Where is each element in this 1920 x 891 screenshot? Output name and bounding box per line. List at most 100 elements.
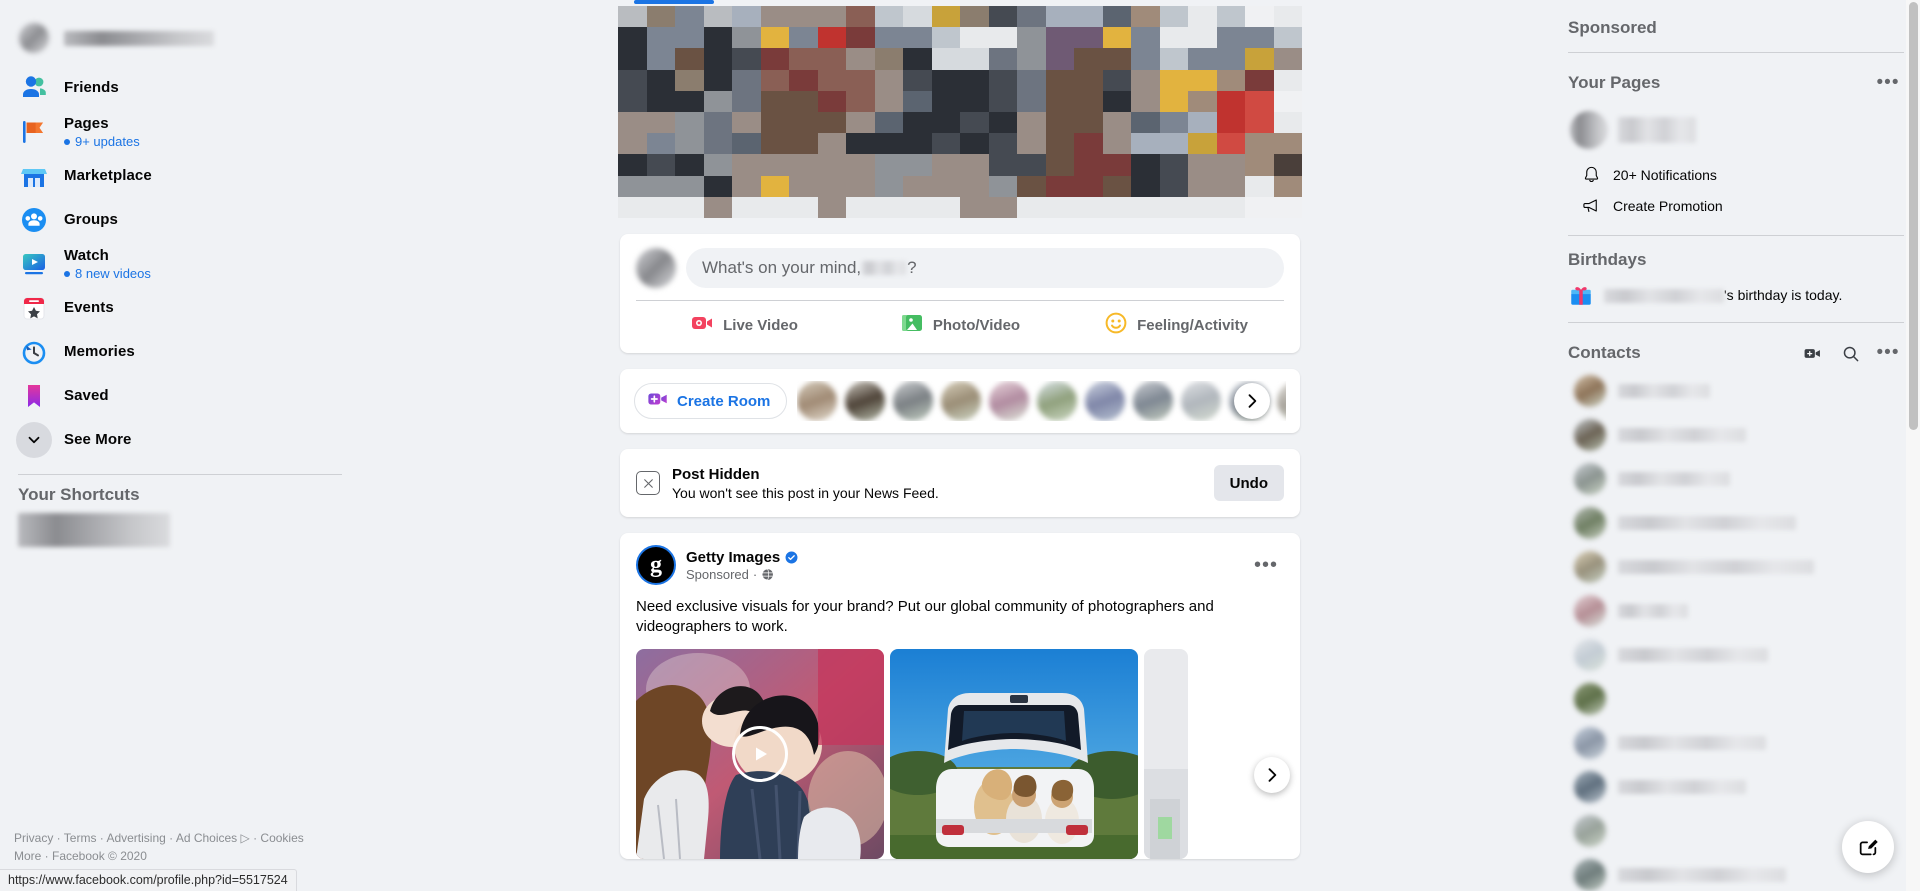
sidebar-item-events[interactable]: Events	[8, 286, 352, 330]
story-avatar[interactable]	[989, 381, 1030, 421]
sidebar-item-memories[interactable]: Memories	[8, 330, 352, 374]
contact-row[interactable]	[1568, 545, 1904, 589]
sidebar-item-label: Watch	[64, 246, 109, 264]
post-options-button[interactable]: •••	[1248, 547, 1284, 583]
photo-pixel	[760, 133, 789, 155]
shortcut-item[interactable]	[8, 513, 352, 547]
photo-pixel	[1102, 133, 1131, 155]
compose-message-button[interactable]	[1842, 821, 1894, 873]
story-avatar[interactable]	[797, 381, 838, 421]
sidebar-item-friends[interactable]: Friends	[8, 66, 352, 110]
carousel-slide-video[interactable]	[636, 649, 884, 859]
carousel-slide-partial[interactable]	[1144, 649, 1188, 859]
photo-pixel	[846, 6, 875, 28]
story-avatar[interactable]	[893, 381, 934, 421]
contact-row[interactable]	[1568, 413, 1904, 457]
sidebar-item-see-more[interactable]: See More	[8, 418, 352, 462]
photo-pixel	[903, 154, 932, 176]
story-avatar[interactable]	[1277, 381, 1286, 421]
your-page-item[interactable]	[1568, 111, 1904, 149]
scrollbar-thumb[interactable]	[1909, 2, 1918, 430]
post-sponsored-label[interactable]: Sponsored	[686, 567, 749, 582]
photo-pixel	[1216, 27, 1245, 49]
photo-pixel	[1045, 175, 1074, 197]
sidebar-item-saved[interactable]: Saved	[8, 374, 352, 418]
undo-button[interactable]: Undo	[1213, 465, 1284, 501]
story-avatar[interactable]	[1085, 381, 1126, 421]
photo-pixel	[903, 196, 932, 218]
video-room-icon[interactable]	[1796, 337, 1828, 369]
stories-next-button[interactable]	[1234, 383, 1270, 419]
photo-video-button[interactable]: Photo/Video	[852, 301, 1068, 349]
footer-line-1[interactable]: Privacy · Terms · Advertising · Ad Choic…	[14, 831, 304, 845]
contacts-options-button[interactable]: •••	[1872, 337, 1904, 369]
post-page-name[interactable]: Getty Images	[686, 549, 780, 566]
contact-row[interactable]	[1568, 721, 1904, 765]
carousel-slide-car[interactable]	[890, 649, 1138, 859]
feeling-activity-button[interactable]: Feeling/Activity	[1068, 301, 1284, 349]
sponsored-heading: Sponsored	[1568, 18, 1657, 37]
story-avatar[interactable]	[1181, 381, 1222, 421]
contact-name-redacted	[1618, 516, 1796, 530]
composer-input[interactable]: What's on your mind, ?	[686, 248, 1284, 288]
story-avatar[interactable]	[1037, 381, 1078, 421]
photo-pixel	[1074, 6, 1103, 28]
contact-row[interactable]	[1568, 457, 1904, 501]
photo-pixel	[931, 90, 960, 112]
sidebar-item-profile[interactable]	[8, 12, 352, 64]
photo-pixel	[1216, 48, 1245, 70]
footer-line-2[interactable]: More · Facebook © 2020	[14, 849, 147, 863]
contact-name-redacted	[1618, 384, 1710, 398]
photo-pixel	[789, 154, 818, 176]
sidebar-item-marketplace[interactable]: Marketplace	[8, 154, 352, 198]
photo-pixel	[931, 196, 960, 218]
photo-pixel	[846, 90, 875, 112]
story-avatar[interactable]	[845, 381, 886, 421]
search-icon[interactable]	[1834, 337, 1866, 369]
photo-pixel	[874, 48, 903, 70]
photo-pixel	[1131, 27, 1160, 49]
play-button-icon[interactable]	[732, 726, 788, 782]
memories-clock-icon	[16, 334, 52, 370]
photo-pixel	[874, 133, 903, 155]
page-avatar-redacted	[1570, 111, 1608, 149]
contact-row[interactable]	[1568, 677, 1904, 721]
birthday-item[interactable]: 's birthday is today.	[1568, 282, 1904, 308]
photo-pixel	[1273, 48, 1302, 70]
contact-row[interactable]	[1568, 369, 1904, 413]
photo-pixel	[1074, 48, 1103, 70]
contact-row[interactable]	[1568, 633, 1904, 677]
photo-pixel	[1074, 112, 1103, 134]
sidebar-item-watch[interactable]: Watch 8 new videos	[8, 242, 352, 286]
photo-pixel	[988, 196, 1017, 218]
feed-photo-pixelated[interactable]	[618, 6, 1302, 218]
page-notifications-item[interactable]: 20+ Notifications	[1568, 159, 1904, 190]
story-avatar[interactable]	[941, 381, 982, 421]
story-avatar[interactable]	[1133, 381, 1174, 421]
contact-row[interactable]	[1568, 501, 1904, 545]
your-pages-options-button[interactable]: •••	[1872, 67, 1904, 99]
photo-pixel	[1131, 112, 1160, 134]
sidebar-item-groups[interactable]: Groups	[8, 198, 352, 242]
contact-row[interactable]	[1568, 765, 1904, 809]
profile-avatar	[16, 20, 52, 56]
photo-pixel	[675, 69, 704, 91]
photo-pixel	[903, 133, 932, 155]
photo-pixel	[703, 90, 732, 112]
photo-pixel	[1074, 90, 1103, 112]
live-video-label: Live Video	[723, 316, 798, 334]
photo-pixel	[1216, 90, 1245, 112]
photo-pixel	[960, 154, 989, 176]
getty-images-avatar[interactable]: g	[636, 545, 676, 585]
create-room-button[interactable]: Create Room	[634, 383, 788, 419]
carousel-next-button[interactable]	[1254, 757, 1290, 793]
composer-avatar[interactable]	[636, 248, 676, 288]
page-scrollbar[interactable]	[1906, 0, 1920, 891]
photo-pixel	[988, 112, 1017, 134]
photo-pixel	[1273, 196, 1302, 218]
live-video-button[interactable]: Live Video	[636, 301, 852, 349]
contact-row[interactable]	[1568, 589, 1904, 633]
photo-pixel	[1273, 133, 1302, 155]
sidebar-item-pages[interactable]: Pages 9+ updates	[8, 110, 352, 154]
create-promotion-item[interactable]: Create Promotion	[1568, 190, 1904, 221]
